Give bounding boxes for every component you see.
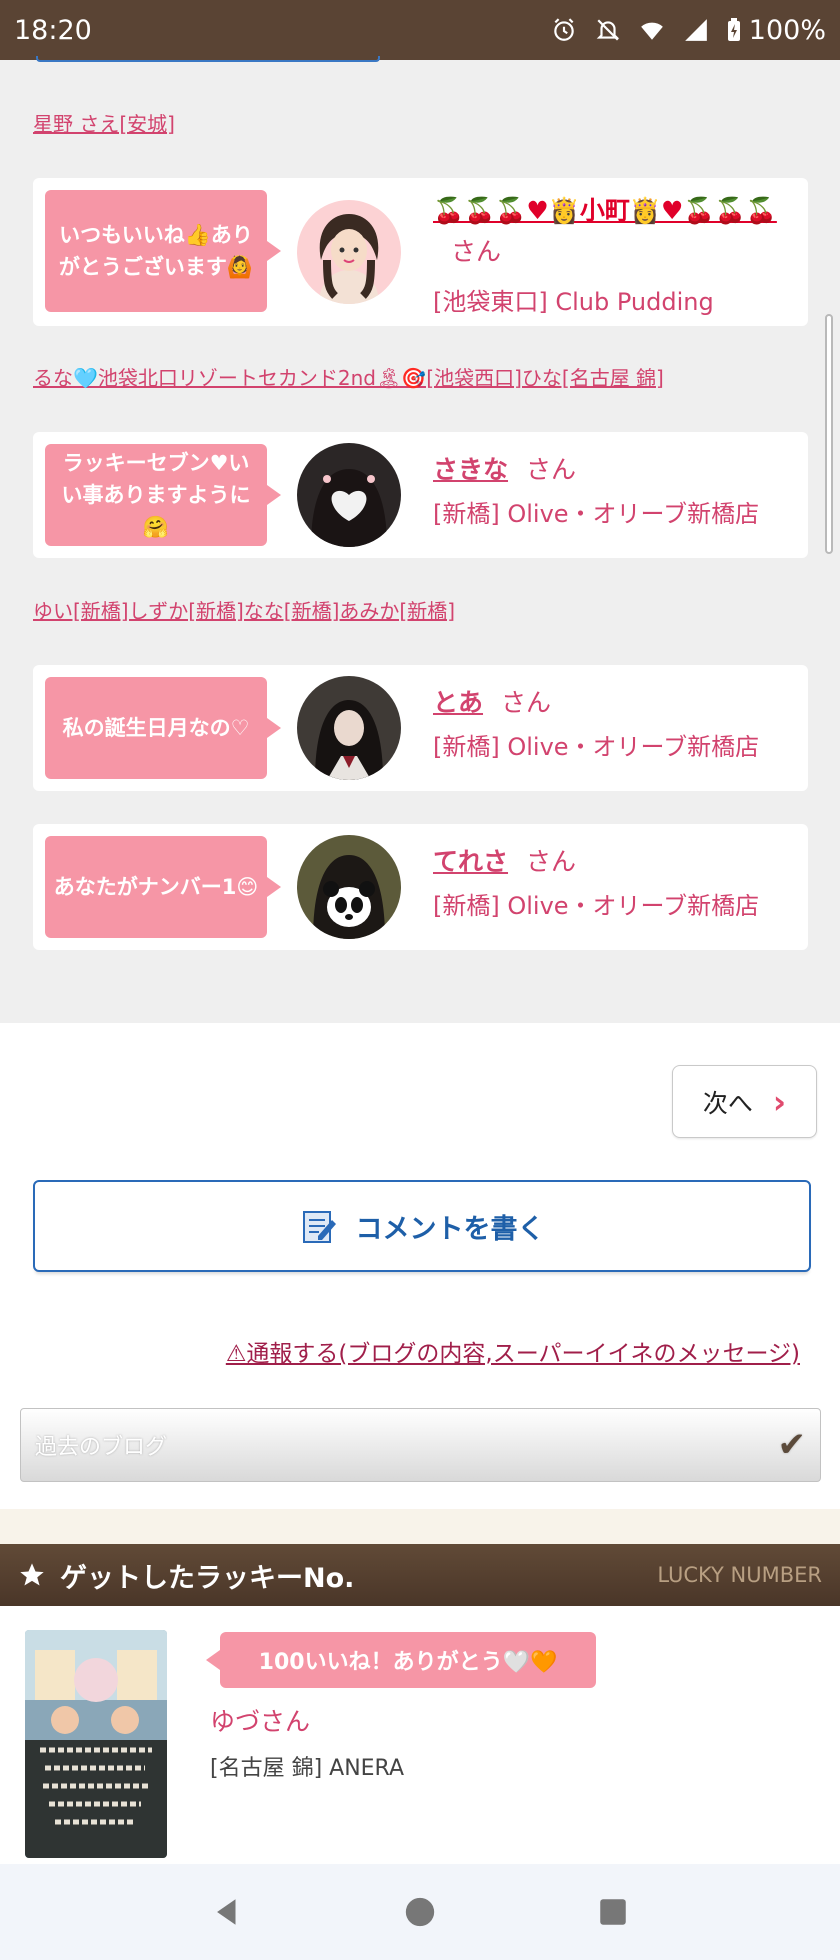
avatar[interactable]: [297, 676, 401, 780]
lucky-user-name[interactable]: ゆづさん: [210, 1702, 310, 1738]
like-card: いつもいいね👍ありがとうございます🙆 🍒🍒🍒♥👸小町👸♥🍒🍒🍒 さん [池袋東口]…: [33, 178, 808, 326]
avatar[interactable]: [297, 200, 401, 304]
shop-name: [池袋東口] Club Pudding: [433, 288, 714, 316]
username-link[interactable]: とあ: [433, 688, 483, 717]
user-info: さきな さん [新橋] Olive・オリーブ新橋店: [433, 450, 798, 529]
battery-level: 100%: [748, 14, 826, 46]
shop-name: [新橋] Olive・オリーブ新橋店: [433, 500, 760, 528]
message-bubble: ラッキーセブン♥いい事ありますように🤗: [45, 444, 281, 546]
liked-by-link[interactable]: るな🩵池袋北口リゾートセカンド2nd🏝🎯[池袋西口]ひな[名古屋 錦]: [33, 362, 664, 391]
user-info: とあ さん [新橋] Olive・オリーブ新橋店: [433, 683, 798, 762]
like-card: あなたがナンバー1😊 てれさ さん [新橋] Olive・オリーブ新橋店: [33, 824, 808, 950]
home-icon[interactable]: [403, 1895, 437, 1929]
lucky-shop-name: [名古屋 錦] ANERA: [210, 1756, 405, 1781]
lucky-number-subtitle: LUCKY NUMBER: [657, 1563, 822, 1587]
like-card: ラッキーセブン♥いい事ありますように🤗 さきな さん [新橋] Olive・オリー…: [33, 432, 808, 558]
past-blog-label: 過去のブログ: [35, 1435, 168, 1460]
star-icon: [20, 1563, 44, 1586]
battery-indicator: 100%: [727, 15, 826, 46]
honorific: さん: [501, 688, 552, 717]
alarm-icon: [554, 18, 574, 41]
lucky-thumbnail[interactable]: [25, 1630, 167, 1858]
edit-note-icon: [302, 1211, 336, 1243]
scrollbar[interactable]: [825, 314, 833, 554]
liked-by-link[interactable]: 星野 さえ[安城]: [33, 108, 175, 137]
status-time: 18:20: [14, 14, 92, 46]
honorific: さん: [526, 455, 577, 484]
message-bubble: 私の誕生日月なの♡: [45, 677, 281, 779]
signal-icon: [684, 19, 707, 41]
honorific: さん: [451, 237, 502, 266]
status-icons: 100%: [551, 15, 826, 46]
username-link[interactable]: さきな: [433, 455, 508, 484]
chevron-right-icon: ›: [772, 1082, 787, 1121]
user-info: てれさ さん [新橋] Olive・オリーブ新橋店: [433, 842, 798, 921]
avatar[interactable]: [297, 835, 401, 939]
message-bubble: いつもいいね👍ありがとうございます🙆: [45, 190, 281, 312]
recents-icon[interactable]: [596, 1895, 630, 1929]
next-button[interactable]: 次へ ›: [672, 1065, 817, 1138]
next-button-label: 次へ: [702, 1088, 753, 1118]
avatar[interactable]: [297, 443, 401, 547]
honorific: さん: [526, 847, 577, 876]
user-info: 🍒🍒🍒♥👸小町👸♥🍒🍒🍒 さん [池袋東口] Club Pudding: [433, 192, 798, 317]
system-nav-bar: [0, 1864, 840, 1960]
lucky-number-title: ゲットしたラッキーNo.: [60, 1562, 355, 1594]
shop-name: [新橋] Olive・オリーブ新橋店: [433, 733, 760, 761]
lucky-message-bubble: 100いいね！ありがとう🤍🧡: [206, 1632, 596, 1688]
status-bar: 18:20 100%: [0, 0, 840, 60]
write-comment-label: コメントを書く: [355, 1213, 545, 1245]
mute-bell-icon: [596, 19, 620, 41]
liked-by-link[interactable]: ゆい[新橋]しずか[新橋]なな[新橋]あみか[新橋]: [33, 595, 455, 624]
previous-content-edge: [36, 56, 380, 62]
back-icon[interactable]: [210, 1895, 244, 1929]
lucky-number-header: ゲットしたラッキーNo. LUCKY NUMBER: [0, 1544, 840, 1606]
battery-icon: [727, 18, 740, 41]
section-divider: [0, 1509, 840, 1544]
report-link[interactable]: ⚠通報する(ブログの内容,スーパーイイネのメッセージ): [226, 1334, 800, 1368]
like-card: 私の誕生日月なの♡ とあ さん [新橋] Olive・オリーブ新橋店: [33, 665, 808, 791]
write-comment-button[interactable]: コメントを書く: [33, 1180, 811, 1272]
wifi-icon: [640, 22, 663, 40]
username-link[interactable]: てれさ: [433, 847, 508, 876]
username-link[interactable]: 🍒🍒🍒♥👸小町👸♥🍒🍒🍒: [433, 196, 777, 225]
message-bubble: あなたがナンバー1😊: [45, 836, 281, 938]
past-blog-select[interactable]: 過去のブログ ✔: [20, 1408, 821, 1482]
check-chevron-icon: ✔: [777, 1425, 807, 1465]
shop-name: [新橋] Olive・オリーブ新橋店: [433, 892, 760, 920]
